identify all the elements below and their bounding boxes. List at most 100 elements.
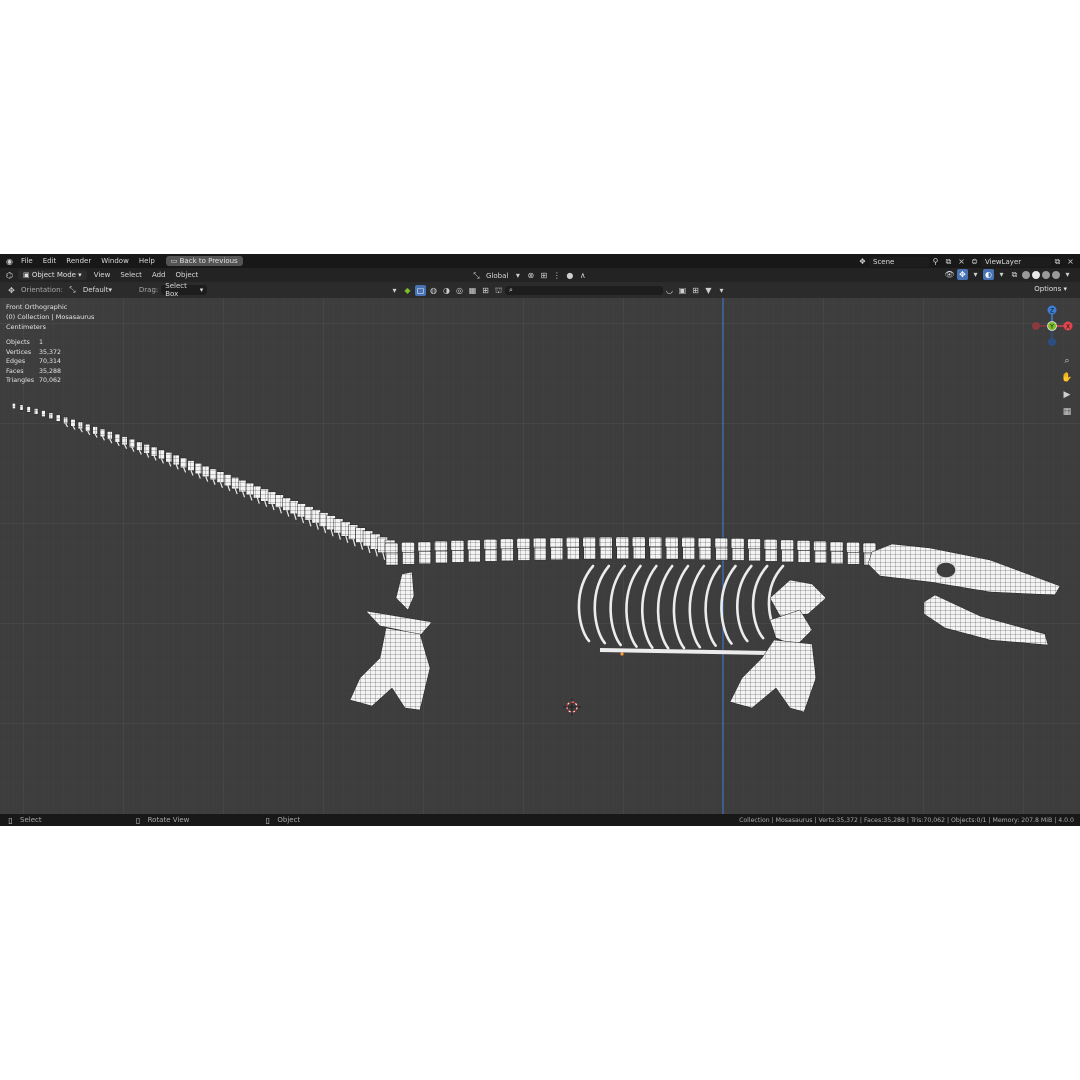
- drag-dropdown[interactable]: Select Box ▾: [161, 282, 208, 298]
- shading-menu-icon[interactable]: ▾: [1062, 269, 1073, 280]
- filter-light-icon[interactable]: ◎: [454, 285, 465, 296]
- vertebra-body: [632, 546, 646, 560]
- chevron-down-icon[interactable]: ▾: [716, 285, 727, 296]
- visibility-icon[interactable]: 👁: [944, 269, 955, 280]
- filter-other-icon[interactable]: ⛫: [493, 285, 504, 296]
- tail-vertebra: [121, 436, 128, 446]
- pan-hand-icon[interactable]: ✋: [1060, 371, 1074, 385]
- hint-rotate-view: Rotate View: [147, 816, 190, 824]
- scene-name-field[interactable]: Scene: [869, 256, 929, 267]
- material-preview-icon[interactable]: [1042, 270, 1050, 279]
- new-view-layer-icon[interactable]: ⧉: [1052, 256, 1063, 267]
- spine-vertebra: [829, 541, 844, 552]
- back-to-previous-button[interactable]: ▭ Back to Previous: [165, 256, 243, 266]
- overlays-toggle-icon[interactable]: ◐: [983, 269, 994, 280]
- spine-vertebra: [846, 542, 860, 553]
- gizmo-menu-icon[interactable]: ▾: [970, 269, 981, 280]
- spine-vertebra: [780, 539, 794, 551]
- perspective-grid-icon[interactable]: ▦: [1060, 405, 1074, 419]
- blender-window: ◉ File Edit Render Window Help ▭ Back to…: [0, 254, 1080, 826]
- vertebra-body: [435, 550, 448, 564]
- proportional-editing-icon[interactable]: ●: [564, 270, 575, 281]
- wireframe-shading-icon[interactable]: [1022, 270, 1030, 279]
- object-mode-dropdown[interactable]: ▣ Object Mode ▾: [18, 270, 87, 280]
- pivot-point-icon[interactable]: ⊗: [525, 270, 536, 281]
- orientation-dropdown[interactable]: Default ▾: [78, 285, 131, 295]
- new-scene-icon[interactable]: ⧉: [943, 256, 954, 267]
- camera-icon[interactable]: ▶: [1060, 388, 1074, 402]
- orientation-default-icon: ⤡: [69, 285, 76, 294]
- gizmo-neg-z-axis: [1048, 338, 1056, 346]
- move-tool-icon[interactable]: ✥: [6, 285, 17, 296]
- 3d-viewport[interactable]: Front Orthographic (0) Collection | Mosa…: [0, 298, 1080, 814]
- spine-vertebra: [483, 539, 498, 550]
- rendered-shading-icon[interactable]: [1052, 270, 1060, 279]
- tail-vertebra: [77, 421, 83, 430]
- funnel-icon[interactable]: ▼: [703, 285, 714, 296]
- menu-select[interactable]: Select: [115, 271, 147, 279]
- viewport-header: ⌬ ▣ Object Mode ▾ View Select Add Object…: [0, 268, 1080, 282]
- zoom-icon[interactable]: ⌕: [1060, 354, 1074, 368]
- tail-vertebra: [260, 488, 269, 502]
- gizmo-toggle-icon[interactable]: ✥: [957, 269, 968, 280]
- remove-scene-icon[interactable]: ×: [956, 256, 967, 267]
- overlay-filter-icon[interactable]: ⊞: [690, 285, 701, 296]
- tail-vertebra: [216, 471, 225, 484]
- menu-view[interactable]: View: [89, 271, 116, 279]
- navigation-gizmo[interactable]: Z X Y: [1026, 302, 1078, 354]
- view-layer-filter-icon[interactable]: ◡: [664, 285, 675, 296]
- tail-vertebra: [180, 457, 188, 469]
- search-input[interactable]: ⌕: [505, 286, 663, 295]
- vertebra-body: [682, 547, 695, 560]
- tail-vertebra: [209, 468, 217, 481]
- menu-window[interactable]: Window: [96, 257, 134, 265]
- spine-vertebra: [697, 537, 712, 548]
- select-box-icon[interactable]: ▢: [415, 285, 426, 296]
- scene-icon[interactable]: ❖: [857, 256, 868, 267]
- options-dropdown[interactable]: Options ▾: [1029, 284, 1072, 294]
- transform-orientation-dropdown[interactable]: Global: [483, 272, 511, 280]
- filter-empty-icon[interactable]: ⊞: [480, 285, 491, 296]
- gizmo-object-icon[interactable]: ◆: [402, 285, 413, 296]
- chevron-down-icon[interactable]: ▾: [389, 285, 400, 296]
- status-hints: ▯ Select ▯ Rotate View ▯ Object: [4, 814, 300, 826]
- menu-help[interactable]: Help: [134, 257, 160, 265]
- blender-logo-icon[interactable]: ◉: [4, 256, 15, 267]
- menu-render[interactable]: Render: [61, 257, 96, 265]
- falloff-icon[interactable]: ∧: [577, 270, 588, 281]
- object-origin: [620, 652, 624, 656]
- menu-object[interactable]: Object: [171, 271, 204, 279]
- transform-controls: ⤡ Global ▾ ⊗ ⊞ ⋮ ● ∧: [470, 270, 589, 281]
- viewport-shading-filter-icon[interactable]: ▣: [677, 285, 688, 296]
- spine-vertebra: [648, 536, 662, 548]
- overlays-menu-icon[interactable]: ▾: [996, 269, 1007, 280]
- xray-icon[interactable]: ⧉: [1009, 269, 1020, 280]
- tail-vertebra: [172, 454, 180, 466]
- filter-curve-icon[interactable]: ◑: [441, 285, 452, 296]
- vertebra-body: [748, 548, 761, 562]
- tail-vertebra: [187, 460, 195, 472]
- tail-vertebra: [63, 416, 68, 425]
- vertebra-body: [550, 547, 564, 560]
- tail-vertebra: [41, 410, 46, 417]
- menu-edit[interactable]: Edit: [38, 257, 62, 265]
- pin-icon[interactable]: ⚲: [930, 256, 941, 267]
- view-layer-field[interactable]: ViewLayer: [981, 256, 1051, 267]
- vertebra-body: [418, 551, 432, 564]
- snap-target-icon[interactable]: ⋮: [551, 270, 562, 281]
- solid-shading-icon[interactable]: [1032, 270, 1040, 279]
- mouse-left-icon: ▯: [8, 815, 13, 825]
- chevron-down-icon[interactable]: ▾: [512, 270, 523, 281]
- spine-vertebra: [599, 536, 613, 548]
- spine-vertebra: [582, 536, 597, 548]
- snap-icon[interactable]: ⊞: [538, 270, 549, 281]
- view-layer-icon[interactable]: ⊜: [969, 256, 980, 267]
- menu-add[interactable]: Add: [147, 271, 171, 279]
- filter-mesh-icon[interactable]: ◍: [428, 285, 439, 296]
- editor-type-icon[interactable]: ⌬: [4, 270, 15, 281]
- remove-view-layer-icon[interactable]: ×: [1065, 256, 1076, 267]
- filter-camera-icon[interactable]: ▦: [467, 285, 478, 296]
- tail-vertebra: [194, 463, 202, 475]
- menu-file[interactable]: File: [16, 257, 38, 265]
- view-name: Front Orthographic: [6, 303, 68, 311]
